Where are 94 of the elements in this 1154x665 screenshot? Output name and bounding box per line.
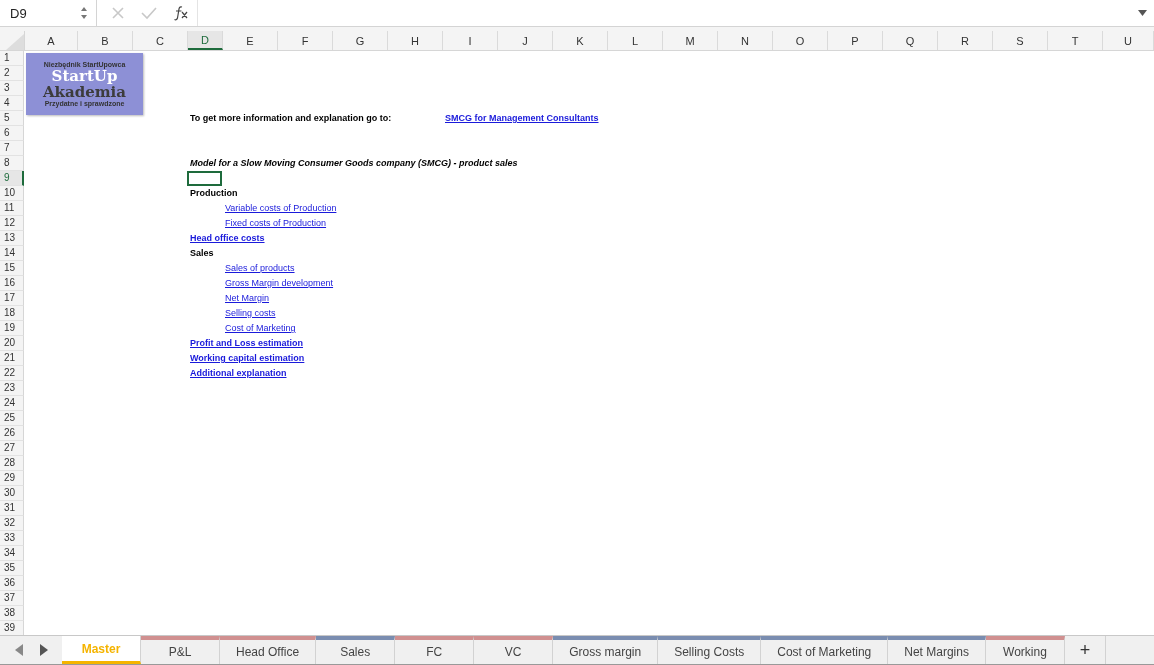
row-header[interactable]: 27: [0, 441, 24, 456]
row-header[interactable]: 5: [0, 111, 24, 126]
sheet-tab[interactable]: Net Margins: [888, 636, 986, 664]
cell-text: Production: [190, 187, 238, 200]
sheet-tab[interactable]: Working: [985, 636, 1065, 664]
row-header[interactable]: 28: [0, 456, 24, 471]
hyperlink[interactable]: Profit and Loss estimation: [190, 336, 303, 351]
row-header[interactable]: 15: [0, 261, 24, 276]
cell-text: Sales: [190, 247, 214, 260]
column-header[interactable]: I: [443, 31, 498, 50]
row-header[interactable]: 17: [0, 291, 24, 306]
row-header[interactable]: 29: [0, 471, 24, 486]
row-header[interactable]: 36: [0, 576, 24, 591]
hyperlink[interactable]: Variable costs of Production: [225, 201, 337, 216]
column-header[interactable]: B: [78, 31, 133, 50]
column-header[interactable]: A: [25, 31, 78, 50]
column-header[interactable]: K: [553, 31, 608, 50]
column-header[interactable]: E: [223, 31, 278, 50]
sheet-tab[interactable]: Head Office: [220, 636, 317, 664]
sheet-tab[interactable]: Cost of Marketing: [761, 636, 889, 664]
row-header[interactable]: 10: [0, 186, 24, 201]
sheet-tab[interactable]: FC: [395, 636, 475, 664]
sheet-tab[interactable]: Gross margin: [553, 636, 659, 664]
cell-text: To get more information and explanation go to:: [190, 112, 392, 125]
row-header[interactable]: 38: [0, 606, 24, 621]
row-header[interactable]: 11: [0, 201, 24, 216]
row-header[interactable]: 16: [0, 276, 24, 291]
sheet-tab[interactable]: VC: [474, 636, 554, 664]
column-header[interactable]: N: [718, 31, 773, 50]
row-header[interactable]: 1: [0, 51, 24, 66]
caret-icon[interactable]: [1138, 10, 1147, 16]
next-sheet-icon[interactable]: [39, 644, 48, 656]
row-header[interactable]: 24: [0, 396, 24, 411]
row-header[interactable]: 35: [0, 561, 24, 576]
hyperlink[interactable]: Working capital estimation: [190, 351, 305, 366]
hyperlink[interactable]: Cost of Marketing: [225, 321, 296, 336]
row-header[interactable]: 9: [0, 171, 24, 186]
row-header[interactable]: 4: [0, 96, 24, 111]
row-header[interactable]: 25: [0, 411, 24, 426]
row-header[interactable]: 33: [0, 531, 24, 546]
sheet-tab[interactable]: Selling Costs: [658, 636, 762, 664]
column-header[interactable]: H: [388, 31, 443, 50]
row-header[interactable]: 22: [0, 366, 24, 381]
hyperlink[interactable]: Additional explanation: [190, 366, 287, 381]
row-header[interactable]: 8: [0, 156, 24, 171]
hyperlink[interactable]: SMCG for Management Consultants: [445, 111, 599, 126]
column-header[interactable]: G: [333, 31, 388, 50]
column-header[interactable]: F: [278, 31, 333, 50]
row-header[interactable]: 3: [0, 81, 24, 96]
column-header[interactable]: Q: [883, 31, 938, 50]
row-header[interactable]: 26: [0, 426, 24, 441]
row-header[interactable]: 18: [0, 306, 24, 321]
spinner-icon[interactable]: [80, 6, 88, 20]
previous-sheet-icon[interactable]: [14, 644, 23, 656]
sheet-tab[interactable]: Sales: [316, 636, 396, 664]
column-header[interactable]: J: [498, 31, 553, 50]
hyperlink[interactable]: Net Margin: [225, 291, 269, 306]
hyperlink[interactable]: Fixed costs of Production: [225, 216, 327, 231]
row-header[interactable]: 14: [0, 246, 24, 261]
column-header[interactable]: R: [938, 31, 993, 50]
row-header[interactable]: 23: [0, 381, 24, 396]
hyperlink[interactable]: Gross Margin development: [225, 276, 334, 291]
hyperlink[interactable]: Sales of products: [225, 261, 295, 276]
column-header[interactable]: L: [608, 31, 663, 50]
row-header[interactable]: 31: [0, 501, 24, 516]
check-icon[interactable]: [141, 6, 157, 20]
row-header[interactable]: 20: [0, 336, 24, 351]
row-header[interactable]: 12: [0, 216, 24, 231]
row-header[interactable]: 2: [0, 66, 24, 81]
column-header[interactable]: S: [993, 31, 1048, 50]
row-header[interactable]: 19: [0, 321, 24, 336]
row-header[interactable]: 34: [0, 546, 24, 561]
column-header[interactable]: T: [1048, 31, 1103, 50]
hyperlink[interactable]: Selling costs: [225, 306, 276, 321]
row-header[interactable]: 39: [0, 621, 24, 635]
add-sheet-button[interactable]: +: [1064, 636, 1106, 664]
name-box[interactable]: D9: [0, 0, 97, 26]
column-header[interactable]: M: [663, 31, 718, 50]
sheet-tab[interactable]: P&L: [141, 636, 220, 664]
column-header[interactable]: P: [828, 31, 883, 50]
row-header[interactable]: 37: [0, 591, 24, 606]
function-icon[interactable]: [173, 5, 189, 21]
row-header[interactable]: 13: [0, 231, 24, 246]
row-header[interactable]: 30: [0, 486, 24, 501]
row-header[interactable]: 32: [0, 516, 24, 531]
column-header[interactable]: O: [773, 31, 828, 50]
row-header[interactable]: 6: [0, 126, 24, 141]
row-header[interactable]: 21: [0, 351, 24, 366]
cell-text: Model for a Slow Moving Consumer Goods company (SMCG) - product sales: [190, 157, 518, 170]
selected-cell[interactable]: [187, 171, 222, 186]
hyperlink[interactable]: Head office costs: [190, 231, 265, 246]
column-header[interactable]: U: [1103, 31, 1154, 50]
column-header[interactable]: D: [188, 31, 223, 50]
row-header[interactable]: 7: [0, 141, 24, 156]
